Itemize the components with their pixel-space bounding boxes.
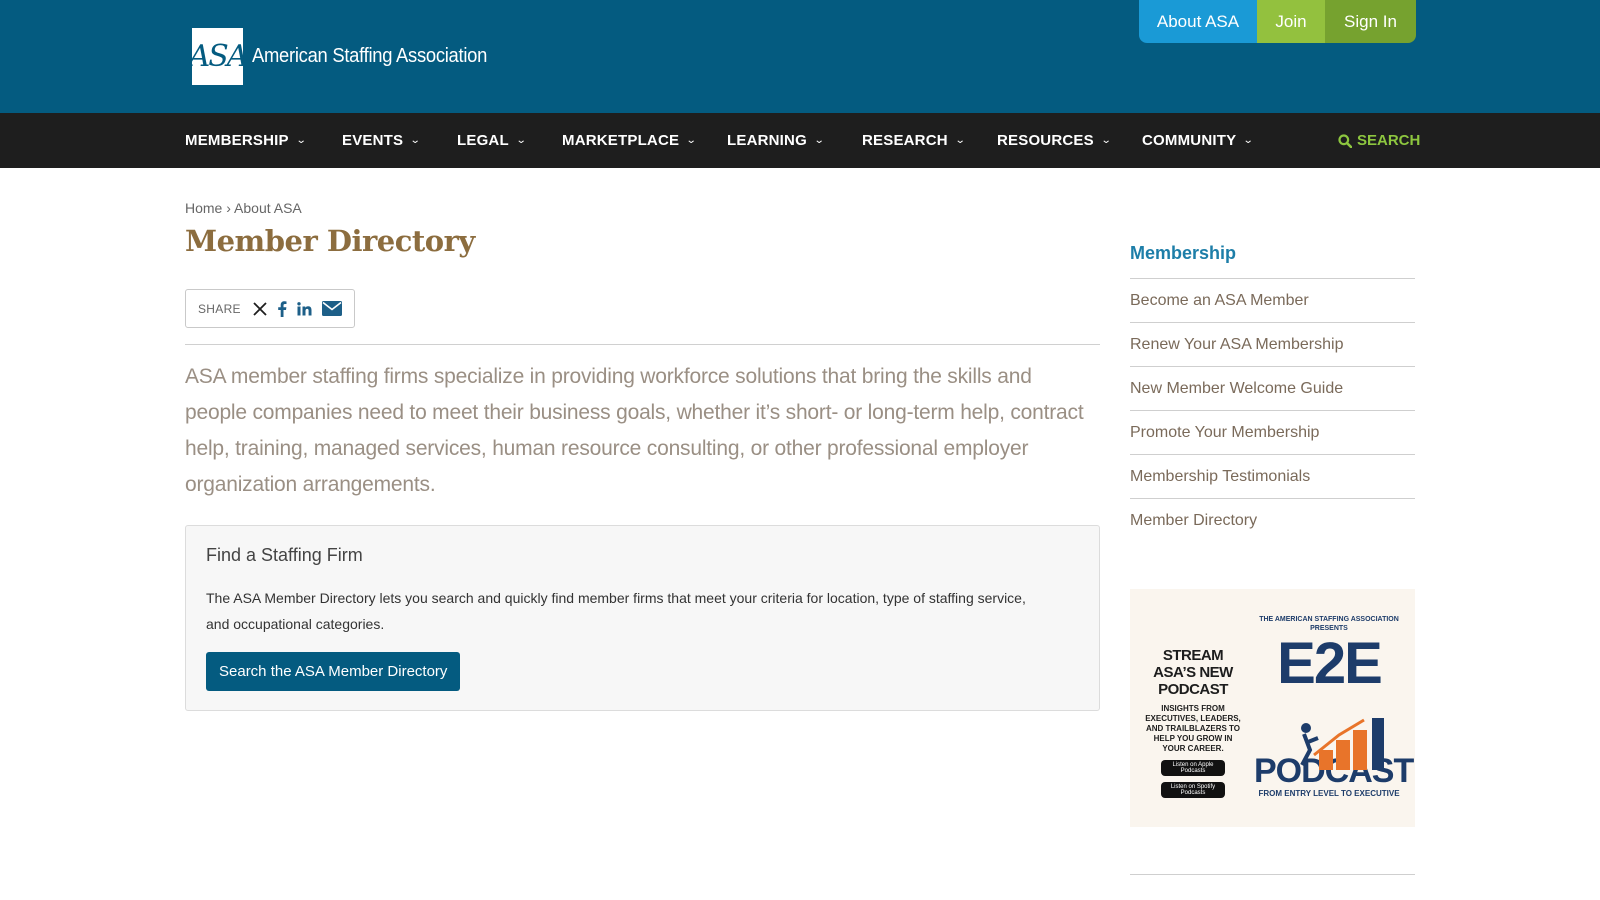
nav-label: EVENTS — [342, 132, 404, 149]
promo-right: THE AMERICAN STAFFING ASSOCIATION PRESEN… — [1254, 615, 1414, 798]
nav-label: MARKETPLACE — [562, 132, 680, 149]
sidebar-item-promote-membership[interactable]: Promote Your Membership — [1130, 410, 1415, 454]
chevron-down-icon: ⌄ — [954, 135, 966, 146]
main-nav: MEMBERSHIP ⌄ EVENTS ⌄ LEGAL ⌄ MARKETPLACE ⌄ … — [0, 113, 1600, 168]
breadcrumb-home[interactable]: Home — [185, 200, 222, 216]
linkedin-icon[interactable] — [297, 301, 312, 316]
nav-search-button[interactable]: SEARCH — [1338, 113, 1420, 168]
nav-label: COMMUNITY — [1142, 132, 1237, 149]
chevron-down-icon: ⌄ — [515, 135, 527, 146]
search-directory-button[interactable]: Search the ASA Member Directory — [206, 652, 461, 691]
share-box: SHARE — [185, 289, 355, 328]
finder-title: Find a Staffing Firm — [206, 545, 363, 565]
utility-nav: About ASA Join Sign In — [1139, 0, 1416, 43]
breadcrumb-separator: › — [226, 200, 231, 216]
nav-item-marketplace[interactable]: MARKETPLACE ⌄ — [562, 113, 727, 168]
nav-item-resources[interactable]: RESOURCES ⌄ — [997, 113, 1142, 168]
nav-item-research[interactable]: RESEARCH ⌄ — [862, 113, 997, 168]
promo-show-subtitle: FROM ENTRY LEVEL TO EXECUTIVE — [1258, 789, 1400, 798]
search-icon — [1338, 133, 1352, 148]
chevron-down-icon: ⌄ — [685, 135, 698, 146]
nav-item-community[interactable]: COMMUNITY ⌄ — [1142, 113, 1272, 168]
intro-paragraph: ASA member staffing firms specialize in … — [185, 365, 1084, 496]
finder-description: The ASA Member Directory lets you search… — [206, 590, 1026, 632]
nav-label: MEMBERSHIP — [185, 132, 289, 149]
facebook-icon[interactable] — [277, 300, 287, 317]
nav-label: LEGAL — [457, 132, 509, 149]
sidebar-item-welcome-guide[interactable]: New Member Welcome Guide — [1130, 366, 1415, 410]
content-divider — [185, 344, 1100, 345]
x-twitter-icon[interactable] — [253, 301, 267, 316]
join-link[interactable]: Join — [1257, 0, 1325, 43]
find-staffing-firm-card: Find a Staffing Firm The ASA Member Dire… — [185, 525, 1100, 711]
breadcrumb: Home › About ASA — [185, 200, 302, 216]
nav-item-membership[interactable]: MEMBERSHIP ⌄ — [185, 113, 342, 168]
apple-podcasts-badge[interactable]: Listen on Apple Podcasts — [1161, 760, 1225, 776]
sidebar-item-become-member[interactable]: Become an ASA Member — [1130, 278, 1415, 322]
chevron-down-icon: ⌄ — [409, 135, 422, 146]
podcast-promo-banner[interactable]: STREAM ASA’S NEW PODCAST INSIGHTS FROM E… — [1130, 589, 1415, 827]
nav-item-legal[interactable]: LEGAL ⌄ — [457, 113, 562, 168]
nav-item-learning[interactable]: LEARNING ⌄ — [727, 113, 862, 168]
nav-label: RESEARCH — [862, 132, 948, 149]
chevron-down-icon: ⌄ — [1100, 135, 1112, 146]
email-icon[interactable] — [321, 301, 342, 316]
promo-tagline: INSIGHTS FROM EXECUTIVES, LEADERS, AND T… — [1145, 704, 1241, 753]
about-asa-link[interactable]: About ASA — [1139, 0, 1257, 43]
chevron-down-icon: ⌄ — [295, 135, 307, 146]
nav-item-events[interactable]: EVENTS ⌄ — [342, 113, 457, 168]
chevron-down-icon: ⌄ — [1243, 135, 1255, 146]
chevron-down-icon: ⌄ — [813, 135, 825, 146]
career-climb-illustration — [1300, 718, 1384, 770]
sidebar-divider — [1130, 874, 1415, 875]
sidebar-menu: Become an ASA Member Renew Your ASA Memb… — [1130, 278, 1415, 542]
promo-left: STREAM ASA’S NEW PODCAST INSIGHTS FROM E… — [1142, 647, 1244, 798]
promo-headline: STREAM ASA’S NEW PODCAST — [1153, 647, 1233, 698]
breadcrumb-current[interactable]: About ASA — [234, 200, 302, 216]
promo-show-name: E2E — [1277, 631, 1383, 696]
sign-in-link[interactable]: Sign In — [1325, 0, 1416, 43]
asa-logo[interactable]: ASA American Staffing Association — [189, 28, 508, 85]
nav-label: RESOURCES — [997, 132, 1094, 149]
site-header: ASA American Staffing Association About … — [0, 0, 1600, 113]
page-title: Member Directory — [185, 224, 475, 258]
sidebar-title[interactable]: Membership — [1130, 243, 1236, 264]
sidebar-item-renew-membership[interactable]: Renew Your ASA Membership — [1130, 322, 1415, 366]
sidebar-item-member-directory[interactable]: Member Directory — [1130, 498, 1415, 542]
logo-mark-text: ASA — [188, 39, 249, 74]
spotify-podcasts-badge[interactable]: Listen on Spotify Podcasts — [1161, 782, 1225, 798]
nav-search-label: SEARCH — [1357, 132, 1421, 149]
asa-logo-mark: ASA — [189, 28, 248, 85]
share-label: SHARE — [198, 301, 241, 316]
nav-label: LEARNING — [727, 132, 807, 149]
logo-text: American Staffing Association — [252, 45, 488, 67]
sidebar-item-testimonials[interactable]: Membership Testimonials — [1130, 454, 1415, 498]
